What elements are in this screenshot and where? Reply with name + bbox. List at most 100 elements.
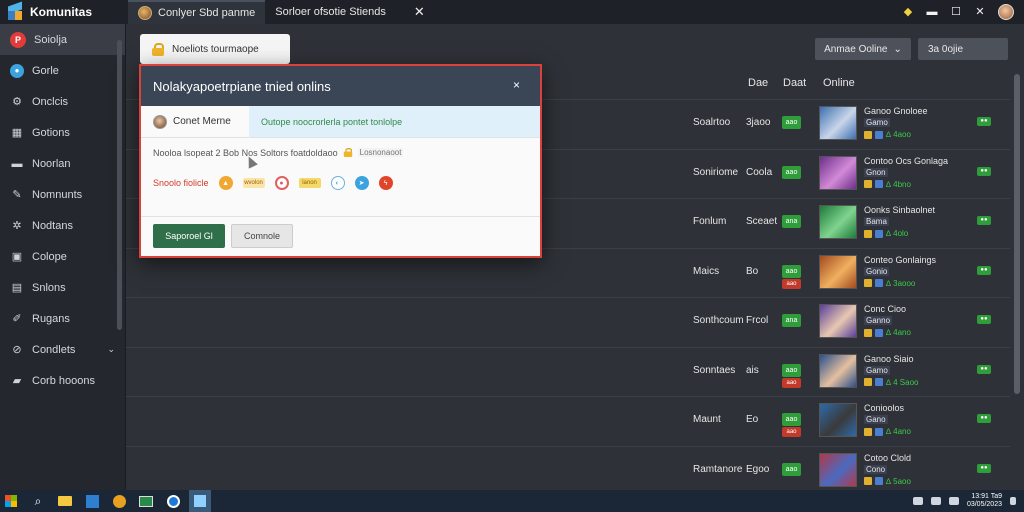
notification-center-icon[interactable] xyxy=(1010,497,1016,505)
dialog-divider xyxy=(141,216,540,217)
dialog-user-status: Outope noocrorlerla pontet tonlolpe xyxy=(249,106,540,137)
dialog-user-row: Conet Merne Outope noocrorlerla pontet t… xyxy=(141,106,540,138)
target-icon[interactable]: ● xyxy=(274,176,289,190)
app-icon[interactable] xyxy=(189,490,211,512)
avatar[interactable] xyxy=(819,254,857,289)
cloud-icon[interactable] xyxy=(912,497,923,505)
coin-icon xyxy=(864,180,872,188)
table-row[interactable]: Sonthcoum Frcol ana Conc Cioo Ganno ∆ 4ano ●● xyxy=(126,297,1010,346)
avatar[interactable] xyxy=(819,155,857,190)
store-icon[interactable] xyxy=(81,490,103,512)
share-tag-1[interactable]: wvolon xyxy=(242,178,265,188)
circle-icon[interactable]: ◐ xyxy=(330,176,345,190)
column-header-c1[interactable]: Dae xyxy=(748,77,768,89)
dialog-user[interactable]: Conet Merne xyxy=(141,106,249,137)
avatar[interactable] xyxy=(819,452,857,487)
row-value: Eo xyxy=(746,414,759,425)
table-row[interactable]: Ramtanore Egoo aao Cotoo Clold Cono ∆ 5aoo ●● xyxy=(126,445,1010,495)
clock-time: 13:91 Ta9 xyxy=(971,493,1002,500)
sidebar-item-10[interactable]: ⊘ Condlets ⌄ xyxy=(0,334,125,365)
main-scrollbar[interactable] xyxy=(1014,74,1020,394)
search-icon[interactable]: ⌕ xyxy=(27,490,49,512)
status-badge: ana xyxy=(782,215,801,228)
avatar[interactable] xyxy=(819,106,857,140)
sidebar-item-3[interactable]: ▦ Gotions xyxy=(0,117,125,148)
notification-icon[interactable]: ◆ xyxy=(902,6,914,18)
sidebar-item-8[interactable]: ▤ Snlons xyxy=(0,272,125,303)
dialog-share-row: Snoolo fiolicle ▲ wvolon ● lanon ◐ ➤ ϟ xyxy=(153,176,393,190)
chevron-down-icon[interactable]: ⌄ xyxy=(107,344,115,355)
shield-icon xyxy=(875,378,883,386)
column-header-c2[interactable]: Daat xyxy=(783,77,806,89)
app-name: Komunitas xyxy=(30,5,93,19)
system-clock[interactable]: 13:91 Ta9 03/05/2023 xyxy=(967,493,1002,509)
terminal-icon[interactable] xyxy=(135,490,157,512)
sidebar-item-label: Onclcis xyxy=(32,95,69,108)
coin-icon xyxy=(864,328,872,337)
avatar[interactable] xyxy=(819,403,857,437)
avatar[interactable] xyxy=(819,304,857,338)
file-explorer-icon[interactable] xyxy=(54,490,76,512)
close-icon[interactable]: ✕ xyxy=(974,6,986,18)
sidebar-item-4[interactable]: ▬ Noorlan xyxy=(0,148,125,179)
grid-icon: ▦ xyxy=(11,127,23,139)
row-value: Bo xyxy=(746,265,759,277)
tab-close-icon[interactable]: ✕ xyxy=(414,4,425,20)
telegram-icon[interactable]: ➤ xyxy=(354,176,369,190)
column-header-c3[interactable]: Online xyxy=(823,77,855,89)
clock-date: 03/05/2023 xyxy=(966,501,1002,508)
tournament-card[interactable]: Noeliots tourmaope xyxy=(140,34,290,64)
fire-icon[interactable]: ▲ xyxy=(218,176,233,190)
bolt-icon[interactable]: ϟ xyxy=(378,176,393,190)
box-icon: ▣ xyxy=(11,251,23,263)
sidebar-item-9[interactable]: ✐ Rugans xyxy=(0,303,125,334)
share-tag-2[interactable]: lanon xyxy=(298,178,321,188)
sidebar-scrollbar[interactable] xyxy=(117,40,122,330)
cancel-button[interactable]: Comnole xyxy=(231,224,293,248)
avatar[interactable] xyxy=(819,205,857,239)
search-input[interactable]: 3a 0ojie xyxy=(918,38,1008,60)
row-icons: ∆ 3aooo xyxy=(864,279,915,288)
status-badge: aao xyxy=(782,413,801,426)
volume-icon[interactable] xyxy=(948,497,959,505)
avatar[interactable] xyxy=(819,353,857,388)
tab-1[interactable]: Conlyer Sbd panme xyxy=(128,0,266,24)
confirm-button[interactable]: Saporoel Gl xyxy=(153,224,225,248)
windows-start-icon[interactable] xyxy=(0,490,22,512)
sidebar-item-2[interactable]: ⚙ Onclcis xyxy=(0,86,125,117)
pen-icon: ✐ xyxy=(12,313,22,325)
sidebar-item-7[interactable]: ▣ Colope xyxy=(0,241,125,272)
row-name: Soniriome xyxy=(693,166,739,178)
shield-icon xyxy=(875,180,883,188)
row-icons: ∆ 4olo xyxy=(864,229,908,238)
sidebar-item-5[interactable]: ✎ Nomnunts xyxy=(0,179,125,210)
minimize-icon[interactable]: ▬ xyxy=(926,6,938,18)
row-value: ais xyxy=(746,364,759,376)
monitor-icon[interactable] xyxy=(930,497,941,505)
browser-icon[interactable] xyxy=(108,490,130,512)
shield-icon xyxy=(875,229,883,238)
online-status-badge: ●● xyxy=(977,364,991,374)
tab-2[interactable]: Sorloer ofsotie Stiends ✕ xyxy=(265,0,435,24)
sidebar-item-1[interactable]: ● Gorle xyxy=(0,55,125,86)
sidebar-item-label: Gotions xyxy=(32,126,70,139)
table-row[interactable]: Maunt Eo aao aao Conioolos Gano ∆ 4ano ●● xyxy=(126,396,1010,445)
row-subtitle: Gonio xyxy=(864,266,890,276)
coin-icon xyxy=(864,279,872,287)
row-count: ∆ 4 Saoo xyxy=(886,377,919,387)
filter-select[interactable]: Anmae Ooline ⌄ xyxy=(815,38,911,60)
table-row[interactable]: Sonntaes ais aao aao Ganoo Siaio Gamo ∆ 4 Saoo… xyxy=(126,346,1010,396)
user-avatar[interactable] xyxy=(998,4,1014,20)
shield-icon xyxy=(875,130,883,139)
edge-icon[interactable] xyxy=(162,490,184,512)
sidebar-item-11[interactable]: ▰ Corb hooons xyxy=(0,365,125,396)
status-badge: aao xyxy=(782,462,801,476)
restore-icon[interactable]: ☐ xyxy=(950,6,962,18)
sidebar-item-6[interactable]: ✲ Nodtans xyxy=(0,210,125,241)
online-status-badge: ●● xyxy=(977,463,991,473)
app-brand[interactable]: Komunitas xyxy=(0,0,128,24)
close-icon[interactable]: × xyxy=(513,78,520,92)
row-count: ∆ 4bno xyxy=(886,179,911,189)
sidebar-item-0[interactable]: P Soiolja xyxy=(0,24,125,55)
window-controls: ◆ ▬ ☐ ✕ xyxy=(902,4,1024,20)
